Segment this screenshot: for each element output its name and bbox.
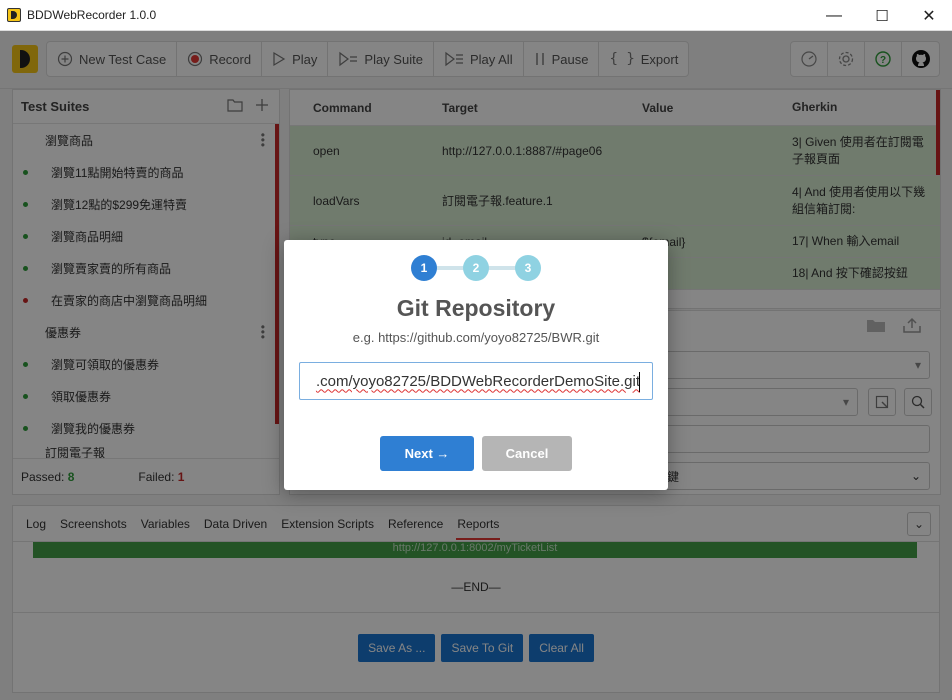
step-indicator: 1 2 3 <box>411 255 541 281</box>
app-icon <box>7 8 21 22</box>
git-repository-dialog: 1 2 3 Git Repository e.g. https://github… <box>284 240 668 490</box>
minimize-button[interactable]: — <box>811 0 857 31</box>
text-caret <box>639 372 640 392</box>
title-bar: BDDWebRecorder 1.0.0 — ☐ ✕ <box>0 0 952 31</box>
dialog-title: Git Repository <box>396 295 556 321</box>
git-url-input[interactable]: .com/yoyo82725/BDDWebRecorderDemoSite.gi… <box>299 362 653 400</box>
cancel-button[interactable]: Cancel <box>482 436 572 471</box>
step-2: 2 <box>463 255 489 281</box>
dialog-hint: e.g. https://github.com/yoyo82725/BWR.gi… <box>352 330 600 345</box>
next-button[interactable]: Next → <box>380 436 474 471</box>
maximize-button[interactable]: ☐ <box>859 0 905 31</box>
step-3: 3 <box>515 255 541 281</box>
window-title: BDDWebRecorder 1.0.0 <box>27 8 157 22</box>
step-1: 1 <box>411 255 437 281</box>
close-button[interactable]: ✕ <box>906 0 952 31</box>
git-url-value: .com/yoyo82725/BDDWebRecorderDemoSite.gi… <box>315 372 640 390</box>
